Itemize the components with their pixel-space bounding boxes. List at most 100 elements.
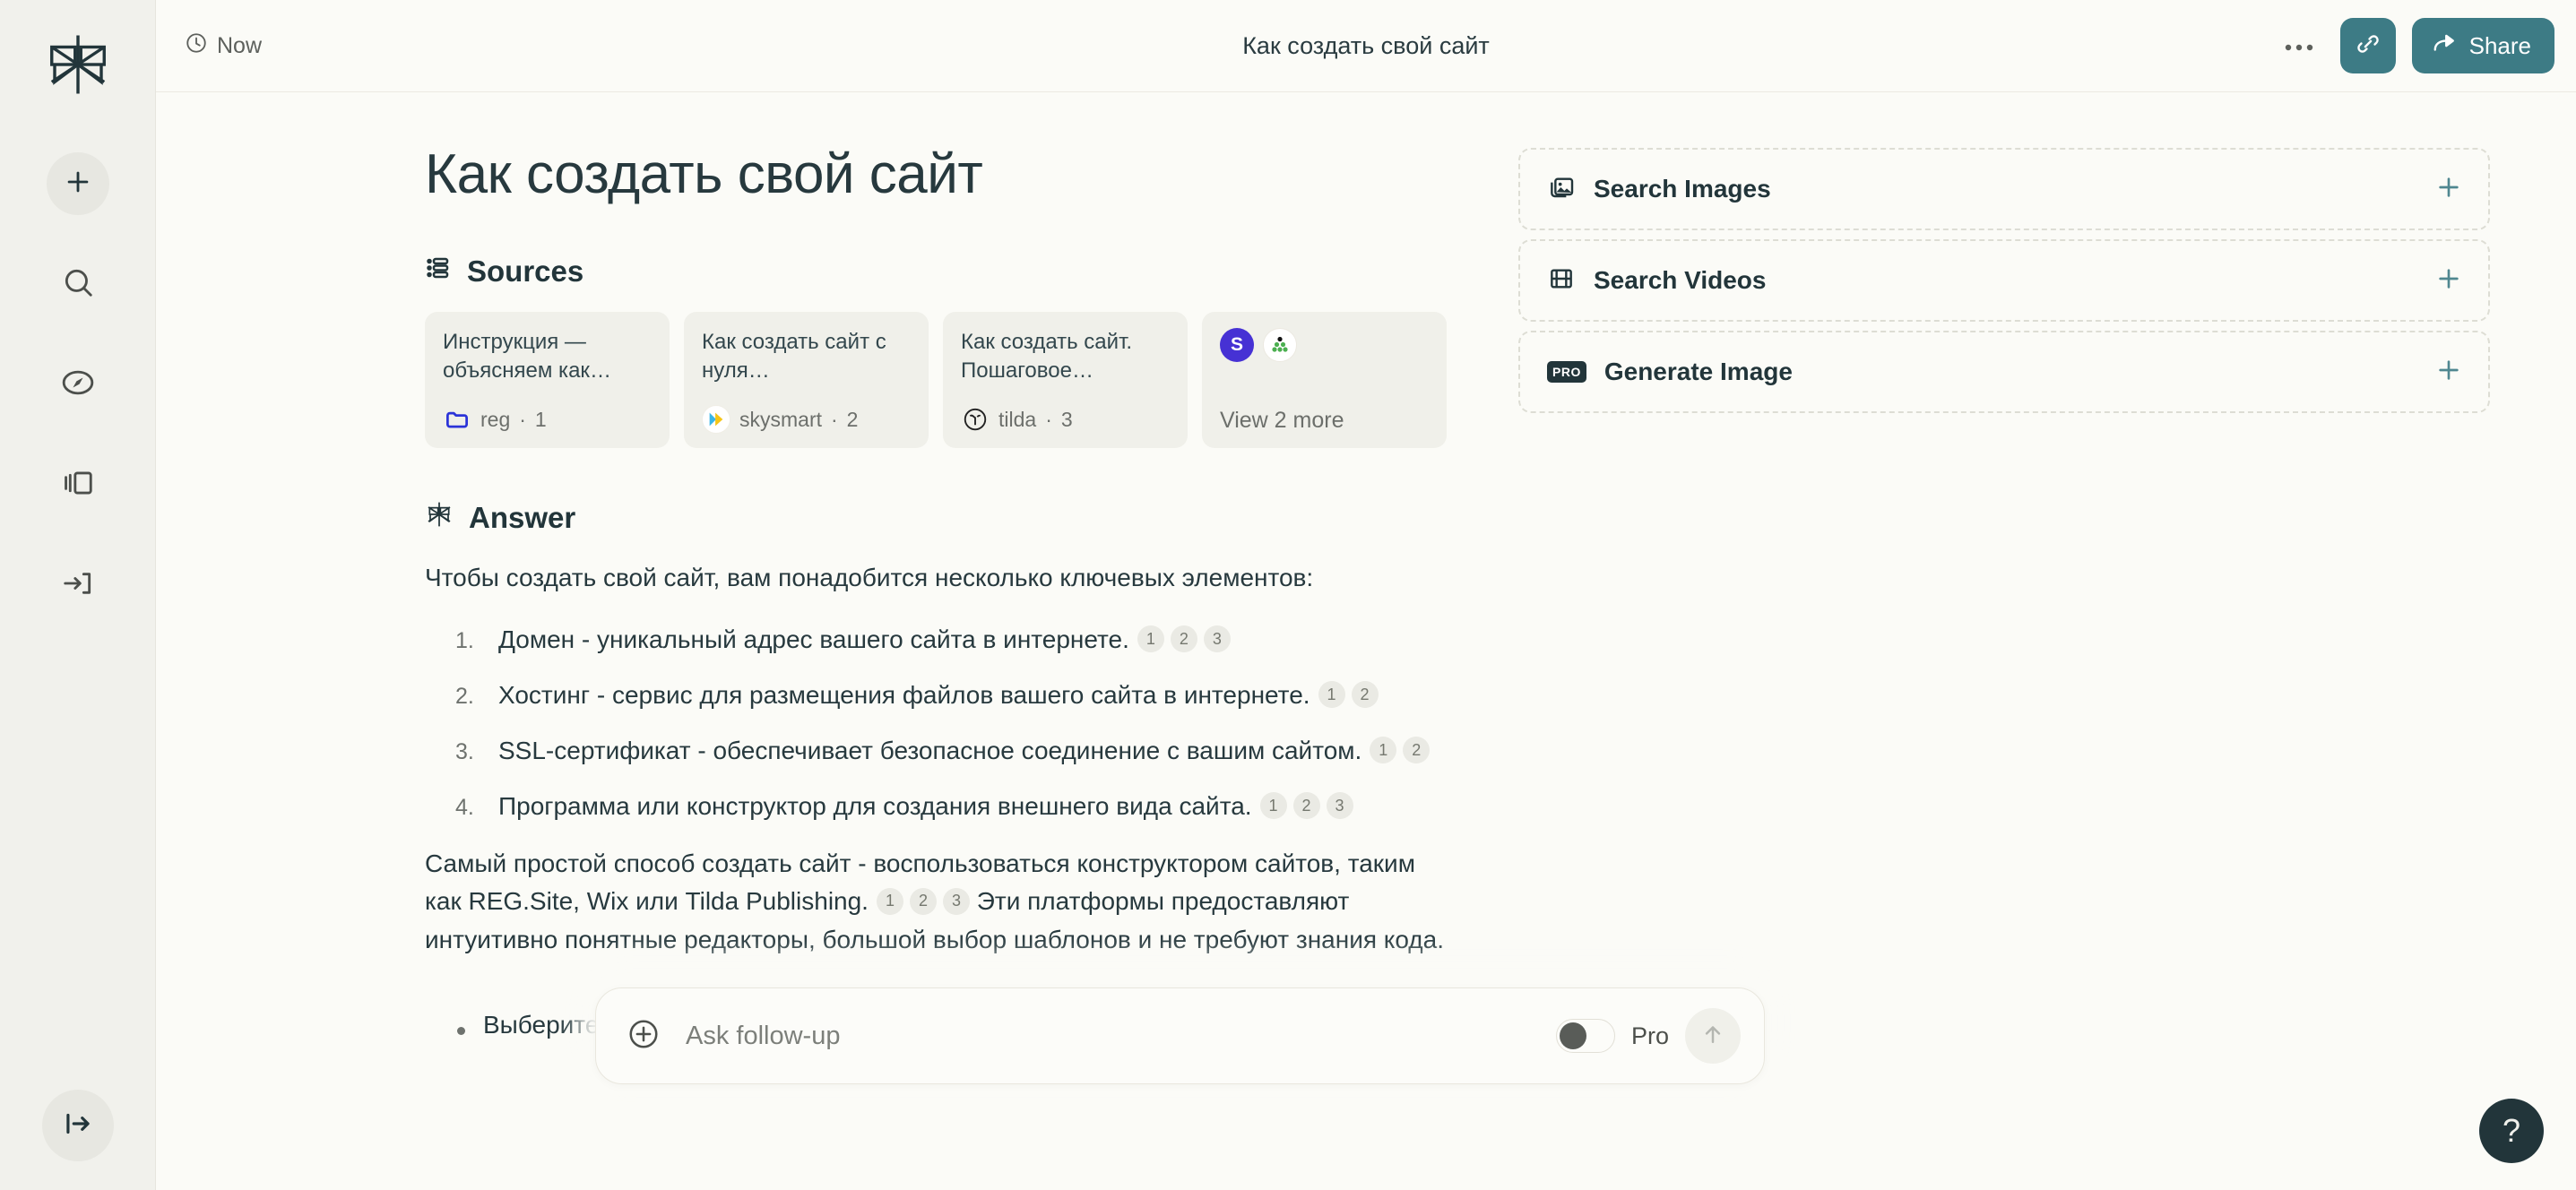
plus-icon xyxy=(63,167,93,202)
list-item-text: SSL-сертификат - обеспечивает безопасное… xyxy=(498,736,1362,764)
source-site: reg xyxy=(480,407,511,431)
expand-sidebar-button[interactable] xyxy=(41,1090,114,1161)
plus-icon[interactable] xyxy=(2434,264,2463,298)
link-icon xyxy=(2355,30,2382,62)
source-separator: · xyxy=(831,407,838,431)
source-meta: reg · 1 xyxy=(443,405,652,434)
arrow-up-icon xyxy=(1699,1021,1726,1052)
ask-follow-up-bar: Ask follow-up Pro xyxy=(595,987,1765,1084)
reg-folder-icon xyxy=(443,405,471,434)
list-item: 1. Домен - уникальный адрес вашего сайта… xyxy=(425,621,1447,659)
citation-badge[interactable]: 2 xyxy=(909,887,937,915)
citation-badge[interactable]: 1 xyxy=(876,887,903,915)
toggle-knob xyxy=(1559,1022,1586,1049)
citation-badge[interactable]: 3 xyxy=(1203,625,1231,653)
pro-toggle[interactable] xyxy=(1555,1019,1615,1053)
answer-heading-label: Answer xyxy=(469,501,576,534)
source-card[interactable]: Как создать сайт с нуля самостоятельно -… xyxy=(684,312,929,448)
perplexity-star-icon xyxy=(425,500,454,536)
share-label: Share xyxy=(2468,31,2531,59)
citation-badge[interactable]: 1 xyxy=(1137,625,1164,653)
search-images-card[interactable]: Search Images xyxy=(1518,148,2490,230)
ask-bar-controls: Pro xyxy=(1555,1008,1741,1064)
search-images-label: Search Images xyxy=(1594,175,1771,203)
citation-badge[interactable]: 2 xyxy=(1403,737,1431,764)
answer-intro: Чтобы создать свой сайт, вам понадобится… xyxy=(425,564,1314,591)
send-button[interactable] xyxy=(1685,1008,1741,1064)
sources-list: Инструкция — объясняем как создать… reg … xyxy=(425,312,1447,448)
timestamp-label: Now xyxy=(217,32,263,58)
citation-badge[interactable]: 1 xyxy=(1259,792,1287,820)
thread-title: Как создать свой сайт xyxy=(1242,31,1490,59)
list-item-text: Хостинг - сервис для размещения файлов в… xyxy=(498,680,1310,709)
pro-badge-icon: PRO xyxy=(1547,361,1586,383)
help-button[interactable]: ? xyxy=(2479,1099,2544,1163)
more-options-button[interactable] xyxy=(2274,21,2324,71)
bullet-dot-icon xyxy=(457,1027,465,1036)
ask-input-container[interactable]: Ask follow-up Pro xyxy=(595,987,1765,1084)
list-item-number: 4. xyxy=(455,794,474,820)
plus-circle-icon[interactable] xyxy=(627,1017,661,1056)
source-title: Как создать сайт с нуля самостоятельно -… xyxy=(702,330,886,383)
sidebar-item-discover[interactable] xyxy=(47,353,109,416)
thread-timestamp: Now xyxy=(185,31,262,61)
citation-badge[interactable]: 1 xyxy=(1318,681,1345,709)
compass-icon xyxy=(61,366,95,404)
video-icon xyxy=(1547,264,1576,298)
perplexity-logo[interactable] xyxy=(37,23,119,106)
page-title: Как создать свой сайт xyxy=(425,143,983,205)
sidebar-item-sign-in[interactable] xyxy=(47,554,109,617)
citation-group: 123 xyxy=(876,887,970,915)
source-index: 2 xyxy=(846,407,859,431)
citation-badge[interactable]: 2 xyxy=(1170,625,1197,653)
citation-group: 12 xyxy=(1318,681,1379,709)
citation-badge[interactable]: 3 xyxy=(1326,792,1353,820)
sidebar-item-search[interactable] xyxy=(47,253,109,315)
source-title: Инструкция — объясняем как создать… xyxy=(443,330,590,383)
app-root: Now Как создать свой сайт Share Как созд… xyxy=(0,0,2576,1190)
source-card[interactable]: Как создать сайт. Пошаговое руководство…… xyxy=(943,312,1188,448)
search-input[interactable]: Ask follow-up xyxy=(686,1022,840,1051)
source-card[interactable]: Инструкция — объясняем как создать… reg … xyxy=(425,312,670,448)
search-icon xyxy=(61,265,95,304)
citation-badge[interactable]: 3 xyxy=(942,887,970,915)
arrow-right-from-bar-icon xyxy=(61,1107,95,1145)
list-item: 4. Программа или конструктор для создани… xyxy=(425,788,1447,825)
source-meta: tilda · 3 xyxy=(961,405,1170,434)
sign-in-icon xyxy=(61,566,95,605)
main-area: Now Как создать свой сайт Share Как созд… xyxy=(156,0,2576,1190)
view-more-sources-card[interactable]: S View 2 more xyxy=(1202,312,1447,448)
answer-ordered-list: 1. Домен - уникальный адрес вашего сайта… xyxy=(425,621,1447,825)
tilda-icon xyxy=(961,405,990,434)
top-bar-actions: Share xyxy=(2274,18,2554,73)
left-sidebar xyxy=(0,0,156,1190)
plus-icon[interactable] xyxy=(2434,356,2463,389)
sidebar-item-new-thread[interactable] xyxy=(46,152,109,215)
sidebar-item-library[interactable] xyxy=(47,453,109,516)
answer-heading: Answer xyxy=(425,500,1447,536)
copy-link-button[interactable] xyxy=(2339,18,2396,73)
sources-heading-label: Sources xyxy=(467,254,584,288)
citation-group: 12 xyxy=(1370,737,1431,764)
source-site: tilda xyxy=(998,407,1037,431)
top-bar: Now Как создать свой сайт Share xyxy=(156,0,2576,92)
citation-group: 123 xyxy=(1137,625,1231,653)
search-videos-card[interactable]: Search Videos xyxy=(1518,239,2490,322)
list-icon xyxy=(425,254,452,289)
list-item-number: 2. xyxy=(455,683,474,709)
skysmart-play-icon xyxy=(702,405,730,434)
citation-badge[interactable]: 2 xyxy=(1292,792,1320,820)
source-index: 1 xyxy=(534,407,547,431)
answer-paragraph: Самый простой способ создать сайт - восп… xyxy=(425,845,1447,960)
citation-badge[interactable]: 2 xyxy=(1351,681,1379,709)
plus-icon[interactable] xyxy=(2434,173,2463,206)
share-arrow-icon xyxy=(2432,30,2459,63)
source-separator: · xyxy=(519,407,526,431)
clock-icon xyxy=(185,31,208,61)
generate-image-card[interactable]: PRO Generate Image xyxy=(1518,331,2490,413)
source-separator: · xyxy=(1045,407,1052,431)
citation-group: 123 xyxy=(1259,792,1353,820)
share-button[interactable]: Share xyxy=(2411,18,2554,73)
citation-badge[interactable]: 1 xyxy=(1370,737,1397,764)
source-meta: skysmart · 2 xyxy=(702,405,911,434)
